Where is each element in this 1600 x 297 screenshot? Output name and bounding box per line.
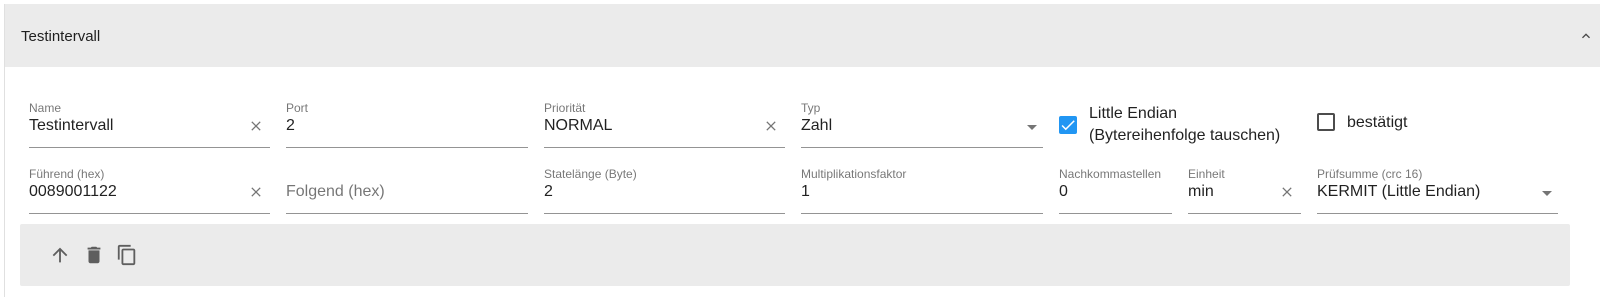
folgend-placeholder[interactable]: Folgend (hex) xyxy=(286,183,385,201)
folgend-underline xyxy=(286,213,528,214)
delete-icon[interactable] xyxy=(83,244,105,266)
panel-header[interactable]: Testintervall xyxy=(5,4,1600,67)
little-endian-sublabel: (Bytereihenfolge tauschen) xyxy=(1089,127,1281,144)
fuehrend-label: Führend (hex) xyxy=(29,167,105,181)
statelaenge-value[interactable]: 2 xyxy=(544,183,553,201)
little-endian-label: Little Endian xyxy=(1089,105,1178,122)
pruefsumme-select[interactable]: Prüfsumme (crc 16) KERMIT (Little Endian… xyxy=(1317,167,1558,214)
bestaetigt-checkbox[interactable]: bestätigt xyxy=(1317,111,1437,135)
arrow-up-icon[interactable] xyxy=(49,244,71,266)
statelaenge-field[interactable]: Statelänge (Byte) 2 xyxy=(544,167,785,214)
prioritaet-field[interactable]: Priorität NORMAL xyxy=(544,101,785,148)
typ-label: Typ xyxy=(801,101,821,115)
dropdown-arrow-icon[interactable] xyxy=(1027,125,1037,130)
prioritaet-value[interactable]: NORMAL xyxy=(544,117,612,135)
nachkommastellen-field[interactable]: Nachkommastellen 0 xyxy=(1059,167,1172,214)
fuehrend-field[interactable]: Führend (hex) 0089001122 xyxy=(29,167,270,214)
name-value[interactable]: Testintervall xyxy=(29,117,113,135)
typ-underline xyxy=(801,147,1043,148)
port-label: Port xyxy=(286,101,309,115)
statelaenge-underline xyxy=(544,213,785,214)
prioritaet-label: Priorität xyxy=(544,101,586,115)
einheit-field[interactable]: Einheit min xyxy=(1188,167,1301,214)
fuehrend-value[interactable]: 0089001122 xyxy=(29,183,117,201)
port-underline xyxy=(286,147,528,148)
pruefsumme-label: Prüfsumme (crc 16) xyxy=(1317,167,1423,181)
item-toolbar xyxy=(20,224,1570,286)
checkbox-unchecked-icon[interactable] xyxy=(1317,113,1335,131)
name-underline xyxy=(29,147,270,148)
einheit-value[interactable]: min xyxy=(1188,183,1214,201)
checkbox-checked-icon[interactable] xyxy=(1059,116,1077,134)
dropdown-arrow-icon[interactable] xyxy=(1542,191,1552,196)
statelaenge-label: Statelänge (Byte) xyxy=(544,167,637,181)
typ-value[interactable]: Zahl xyxy=(801,117,832,135)
typ-select[interactable]: Typ Zahl xyxy=(801,101,1043,148)
chevron-up-icon[interactable] xyxy=(1578,28,1594,44)
port-value[interactable]: 2 xyxy=(286,117,295,135)
multiplikationsfaktor-label: Multiplikationsfaktor xyxy=(801,167,907,181)
copy-icon[interactable] xyxy=(116,244,138,266)
clear-icon[interactable] xyxy=(1279,184,1295,200)
prioritaet-underline xyxy=(544,147,785,148)
multiplikationsfaktor-value[interactable]: 1 xyxy=(801,183,810,201)
folgend-field[interactable]: Folgend (hex) xyxy=(286,167,528,214)
clear-icon[interactable] xyxy=(248,184,264,200)
multiplikationsfaktor-underline xyxy=(801,213,1043,214)
port-field[interactable]: Port 2 xyxy=(286,101,528,148)
nachkommastellen-value[interactable]: 0 xyxy=(1059,183,1068,201)
nachkommastellen-underline xyxy=(1059,213,1172,214)
fuehrend-underline xyxy=(29,213,270,214)
name-field[interactable]: Name Testintervall xyxy=(29,101,270,148)
clear-icon[interactable] xyxy=(763,118,779,134)
bestaetigt-label: bestätigt xyxy=(1347,114,1408,131)
pruefsumme-underline xyxy=(1317,213,1558,214)
nachkommastellen-label: Nachkommastellen xyxy=(1059,167,1162,181)
clear-icon[interactable] xyxy=(248,118,264,134)
panel-title: Testintervall xyxy=(21,28,101,45)
einheit-underline xyxy=(1188,213,1301,214)
multiplikationsfaktor-field[interactable]: Multiplikationsfaktor 1 xyxy=(801,167,1043,214)
little-endian-checkbox[interactable]: Little Endian (Bytereihenfolge tauschen) xyxy=(1059,102,1299,148)
name-label: Name xyxy=(29,101,62,115)
einheit-label: Einheit xyxy=(1188,167,1225,181)
pruefsumme-value[interactable]: KERMIT (Little Endian) xyxy=(1317,183,1480,201)
